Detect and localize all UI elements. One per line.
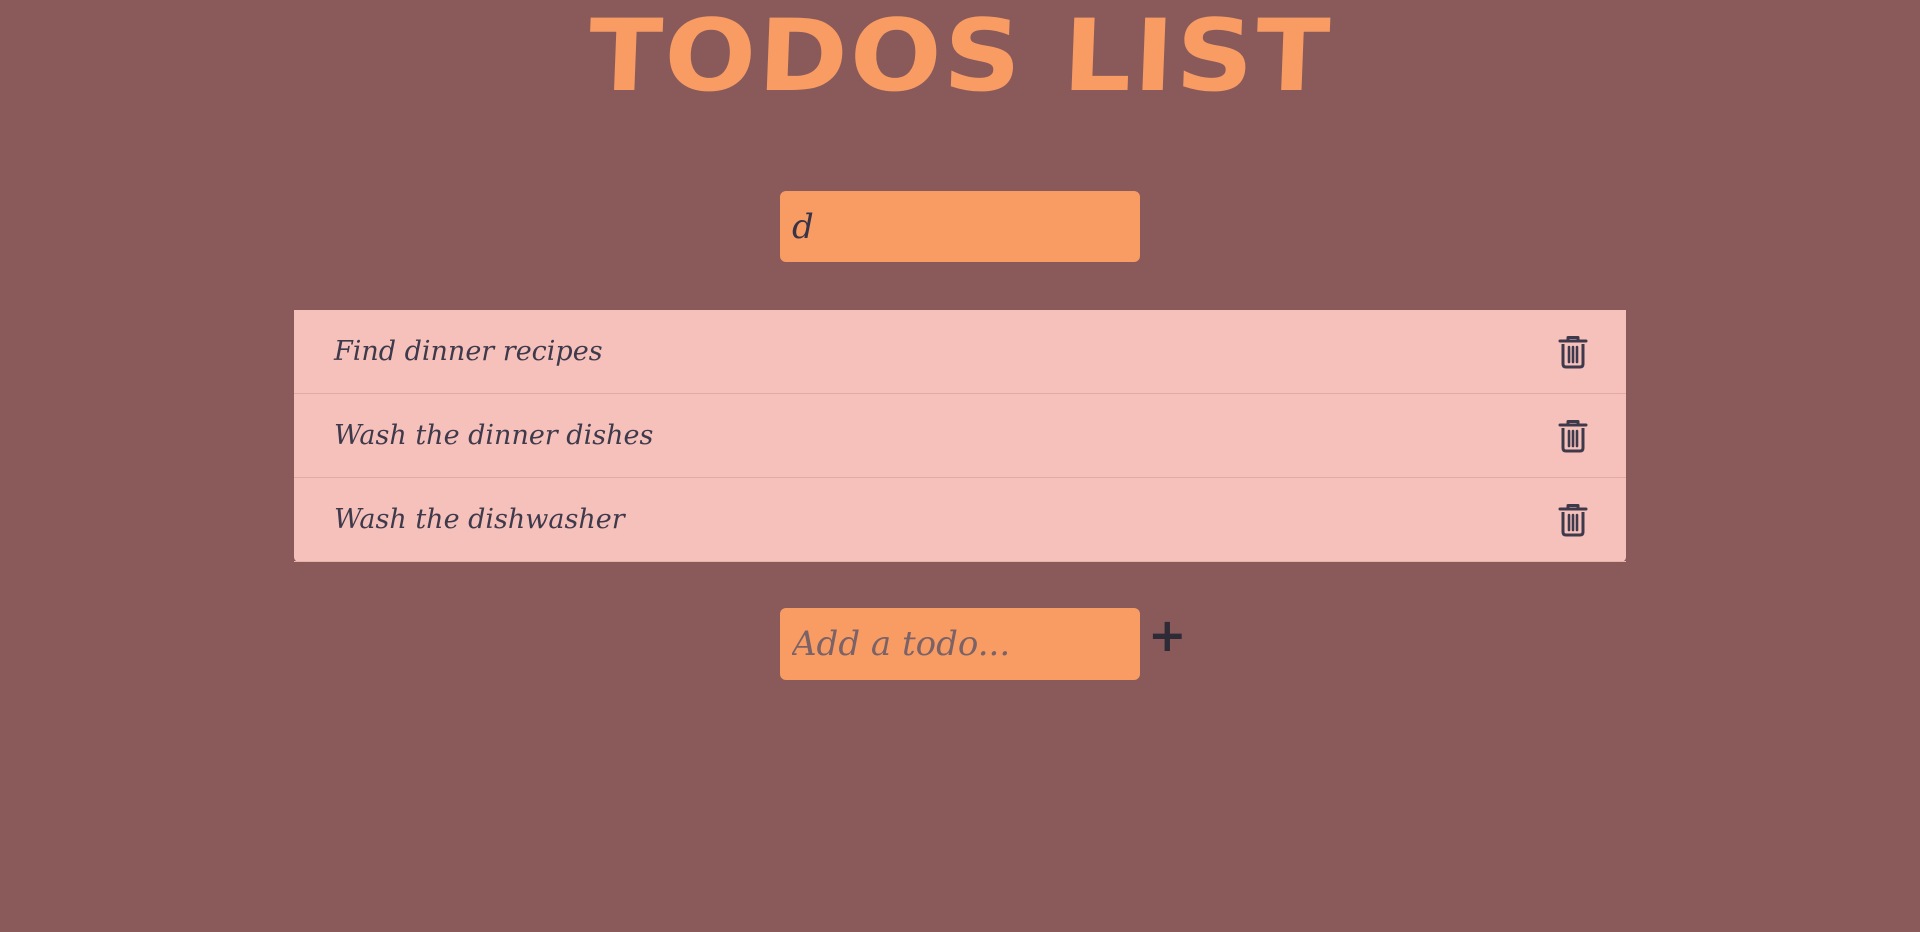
todo-text: Find dinner recipes [334, 336, 603, 367]
todo-item: Wash the dinner dishes [294, 394, 1626, 478]
todo-text: Wash the dishwasher [334, 504, 625, 535]
todo-list: Find dinner recipes Wash the dinner dish… [294, 310, 1626, 562]
search-container [780, 191, 1140, 262]
add-todo-form [780, 608, 1140, 680]
page-title: TODOS LIST [586, 0, 1334, 115]
add-todo-input[interactable] [780, 608, 1140, 680]
todo-item: Find dinner recipes [294, 310, 1626, 394]
trash-icon[interactable] [1558, 335, 1588, 369]
trash-icon[interactable] [1558, 503, 1588, 537]
todo-text: Wash the dinner dishes [334, 420, 654, 451]
todo-item: Wash the dishwasher [294, 478, 1626, 562]
trash-icon[interactable] [1558, 419, 1588, 453]
add-todo-button[interactable]: + [1148, 612, 1187, 658]
search-input[interactable] [780, 191, 1140, 262]
